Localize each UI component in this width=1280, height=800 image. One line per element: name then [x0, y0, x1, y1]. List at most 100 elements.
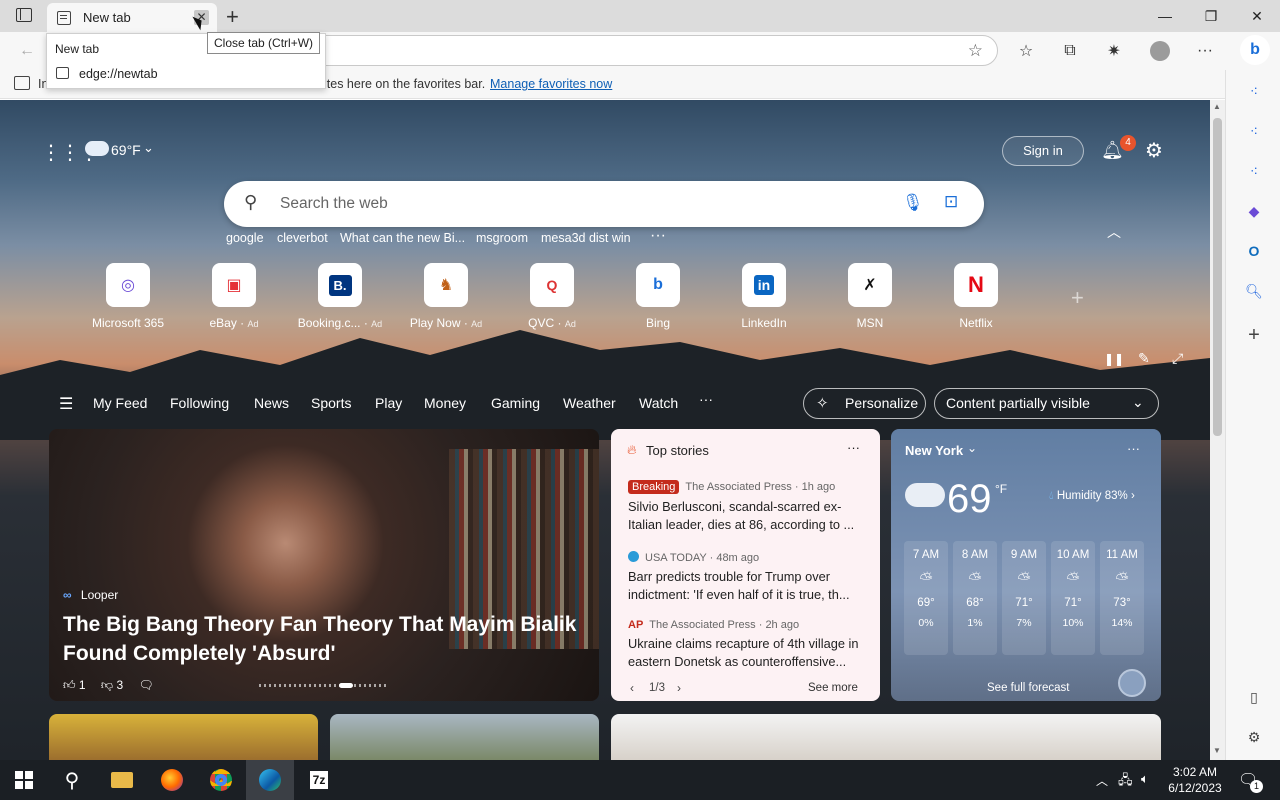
nav-more[interactable]: ··· — [699, 391, 713, 407]
sidebar-games-icon[interactable]: ⁖ — [1243, 160, 1265, 182]
chrome-icon[interactable] — [197, 760, 245, 800]
quick-search-cleverbot[interactable]: cleverbot — [277, 231, 328, 245]
nav-sports[interactable]: Sports — [311, 395, 351, 411]
network-icon[interactable]: 🖧︎ — [1118, 771, 1133, 793]
sidebar-settings-icon[interactable]: ⚙ — [1243, 726, 1265, 748]
tile-qvc[interactable]: Q QVC · Ad — [499, 263, 605, 330]
weather-card[interactable]: New York ⌄ ··· 69 °F 💧︎ Humidity 83% › 7… — [891, 429, 1161, 701]
quick-search-msgroom[interactable]: msgroom — [476, 231, 528, 245]
back-icon[interactable]: ← — [14, 38, 40, 64]
sidebar-add-icon[interactable]: + — [1243, 324, 1265, 346]
tab-new-tab[interactable]: New tab ✕ — [47, 3, 217, 32]
story-item[interactable]: USA TODAY · 48m ago Barr predicts troubl… — [628, 551, 868, 604]
story-item[interactable]: Breaking The Associated Press · 1h ago Si… — [628, 480, 868, 534]
visual-search-icon[interactable]: ⊡ — [944, 192, 958, 212]
favorites-folder-icon[interactable] — [14, 76, 30, 90]
minimize-button[interactable]: — — [1142, 0, 1188, 32]
prev-page-icon[interactable]: ‹ — [630, 681, 634, 695]
tile-bing[interactable]: b Bing — [605, 263, 711, 330]
quick-search-google[interactable]: google — [226, 231, 264, 245]
tile-linkedin[interactable]: in LinkedIn — [711, 263, 817, 330]
scrollbar-thumb[interactable] — [1213, 118, 1222, 436]
bing-chat-icon[interactable]: b — [1240, 35, 1270, 65]
collapse-chevron-icon[interactable]: ︿ — [1107, 222, 1121, 242]
dislike-icon[interactable]: 👎︎ — [101, 678, 113, 692]
add-shortcut-icon[interactable]: + — [1071, 285, 1084, 311]
article-card-image[interactable] — [611, 714, 1161, 760]
see-more-link[interactable]: See more — [808, 682, 858, 694]
sign-in-button[interactable]: Sign in — [1002, 136, 1084, 166]
volume-icon[interactable]: 🔈︎ — [1141, 771, 1149, 787]
story-item[interactable]: AP The Associated Press · 2h ago Ukraine … — [628, 619, 868, 671]
more-menu-icon[interactable]: ··· — [1192, 38, 1218, 64]
content-visibility-dropdown[interactable]: Content partially visible ⌄ — [934, 388, 1159, 419]
city-chevron-icon[interactable]: ⌄ — [967, 441, 977, 455]
file-explorer-icon[interactable] — [98, 760, 146, 800]
nav-following[interactable]: Following — [170, 395, 229, 411]
expand-background-icon[interactable]: ⤢ — [1172, 350, 1183, 367]
card-more-icon[interactable]: ··· — [847, 440, 860, 455]
scroll-down-icon[interactable]: ▼ — [1213, 746, 1221, 755]
new-tab-button[interactable]: + — [226, 4, 239, 30]
address-bar[interactable]: ☆ — [270, 35, 998, 66]
hero-article-card[interactable]: ∞ Looper The Big Bang Theory Fan Theory … — [49, 429, 599, 701]
nav-play[interactable]: Play — [375, 395, 402, 411]
like-icon[interactable]: 👍︎ — [63, 678, 76, 692]
nav-my-feed[interactable]: My Feed — [93, 395, 147, 411]
tile-ebay[interactable]: ▣ eBay · Ad — [181, 263, 287, 330]
nav-watch[interactable]: Watch — [639, 395, 678, 411]
nav-gaming[interactable]: Gaming — [491, 395, 540, 411]
profile-avatar[interactable] — [1147, 38, 1173, 64]
tile-play-now[interactable]: ♞ Play Now · Ad — [393, 263, 499, 330]
weather-chevron-icon[interactable]: ⌄ — [143, 140, 154, 156]
settings-gear-icon[interactable]: ⚙ — [1145, 138, 1163, 163]
start-windows-icon[interactable] — [0, 760, 48, 800]
page-scrollbar[interactable]: ▲ ▼ — [1210, 100, 1225, 760]
7zip-icon[interactable]: 7z — [295, 760, 343, 800]
article-card-image[interactable] — [330, 714, 599, 760]
sidebar-tools-icon[interactable]: ⁖ — [1243, 120, 1265, 142]
comment-icon[interactable]: 🗨︎ — [138, 678, 153, 692]
weather-map-icon[interactable] — [1118, 669, 1146, 697]
pause-background-icon[interactable]: ❚❚ — [1104, 352, 1124, 366]
web-search-box[interactable]: ⚲ Search the web 🎙︎ ⊡ — [224, 181, 984, 227]
nav-news[interactable]: News — [254, 395, 289, 411]
close-window-button[interactable]: ✕ — [1234, 0, 1280, 32]
article-card-image[interactable] — [49, 714, 318, 760]
taskbar-clock[interactable]: 3:02 AM 6/12/2023 — [1160, 764, 1230, 796]
sidebar-office-icon[interactable]: ◆ — [1243, 200, 1265, 222]
quick-search-bing[interactable]: What can the new Bi... — [340, 231, 465, 245]
weather-temp[interactable]: 69°F — [111, 142, 141, 158]
hero-headline[interactable]: The Big Bang Theory Fan Theory That Mayi… — [63, 610, 583, 668]
personalize-button[interactable]: ✧ Personalize — [803, 388, 926, 419]
quick-search-mesa3d[interactable]: mesa3d dist win — [541, 231, 631, 245]
tray-overflow-icon[interactable]: ︿ — [1096, 772, 1108, 789]
extensions-icon[interactable]: ✷ — [1101, 38, 1127, 64]
nav-money[interactable]: Money — [424, 395, 466, 411]
sidebar-outlook-icon[interactable]: O — [1243, 240, 1265, 262]
voice-search-icon[interactable]: 🎙︎ — [902, 193, 924, 213]
tile-microsoft-365[interactable]: ◎ Microsoft 365 — [75, 263, 181, 330]
tab-actions-icon[interactable] — [16, 8, 32, 22]
tile-netflix[interactable]: N Netflix — [923, 263, 1029, 330]
see-full-forecast-link[interactable]: See full forecast — [987, 682, 1069, 694]
collections-icon[interactable]: ⧉ — [1057, 38, 1083, 64]
taskbar-search-icon[interactable]: ⚲ — [48, 760, 96, 800]
edit-background-icon[interactable]: ✎ — [1138, 350, 1150, 367]
edge-icon[interactable] — [246, 760, 294, 800]
feed-menu-icon[interactable]: ☰ — [59, 394, 73, 414]
favorites-icon[interactable]: ☆ — [1013, 38, 1039, 64]
weather-more-icon[interactable]: ··· — [1127, 441, 1140, 456]
nav-weather[interactable]: Weather — [563, 395, 616, 411]
scroll-up-icon[interactable]: ▲ — [1213, 102, 1221, 111]
tile-msn[interactable]: ✗ MSN — [817, 263, 923, 330]
firefox-icon[interactable] — [148, 760, 196, 800]
tile-booking[interactable]: B. Booking.c... · Ad — [287, 263, 393, 330]
sidebar-discover-icon[interactable]: ⁖ — [1243, 80, 1265, 102]
manage-favorites-link[interactable]: Manage favorites now — [490, 77, 612, 91]
carousel-dots[interactable] — [259, 684, 389, 687]
sidebar-hide-icon[interactable]: ▯ — [1243, 686, 1265, 708]
quick-search-more-icon[interactable]: ··· — [650, 227, 666, 245]
sidebar-search-icon[interactable]: 🔍︎ — [1243, 280, 1265, 302]
next-page-icon[interactable]: › — [677, 681, 681, 695]
